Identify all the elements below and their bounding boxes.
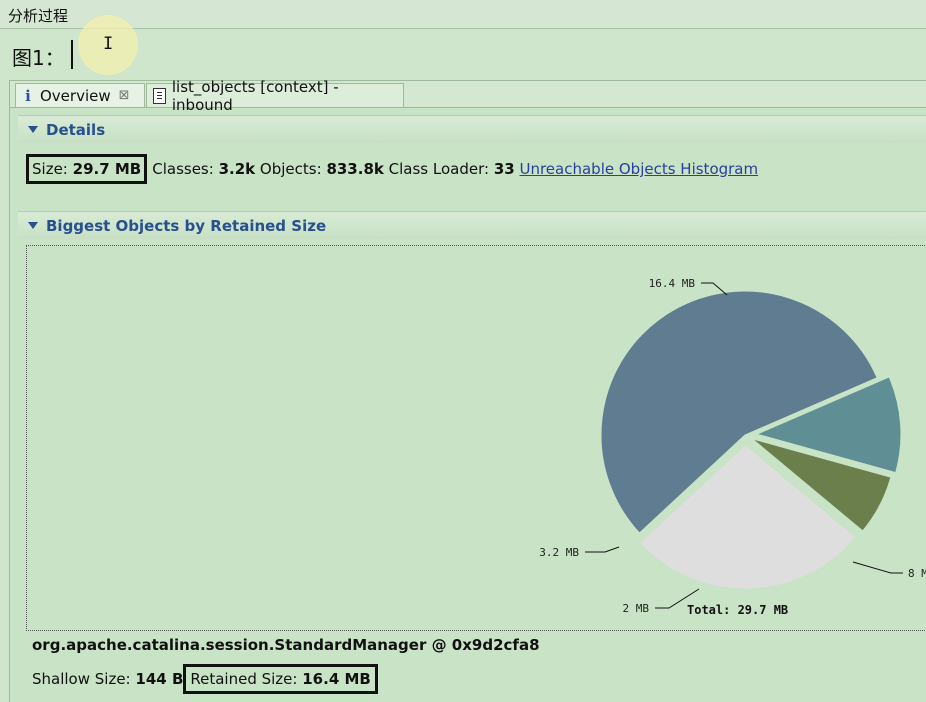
loader-label: Class Loader: xyxy=(388,160,490,178)
classes-value: 3.2k xyxy=(218,160,256,178)
slice-label: 8 MB xyxy=(908,567,926,580)
close-icon[interactable]: ⊠ xyxy=(119,88,130,103)
tab-bar: i Overview ⊠ list_objects [context] -inb… xyxy=(10,78,926,114)
tab-list-objects[interactable]: list_objects [context] -inbound xyxy=(146,78,404,114)
loader-value: 33 xyxy=(493,160,515,178)
slice-label: 3.2 MB xyxy=(539,546,579,559)
leader-line xyxy=(852,561,903,574)
collapse-triangle-icon[interactable] xyxy=(28,126,38,133)
text-caret xyxy=(71,40,73,69)
top-bar: 分析过程 xyxy=(0,0,926,29)
size-value: 29.7 MB xyxy=(72,160,142,178)
slice-label: 16.4 MB xyxy=(649,277,696,290)
figure-label: 图1： xyxy=(12,46,65,70)
pie-chart: 16.4 MB 3.2 MB 2 MB 8 MB Total: 29.7 MB xyxy=(539,277,926,617)
objects-value: 833.8k xyxy=(326,160,384,178)
retained-value: 16.4 MB xyxy=(302,670,371,688)
retained-size-box: Retained Size: 16.4 MB xyxy=(183,664,378,694)
pie-chart-area: 16.4 MB 3.2 MB 2 MB 8 MB Total: 29.7 MB xyxy=(26,245,926,631)
details-title: Details xyxy=(46,120,106,139)
details-summary: Size: 29.7 MB Classes: 3.2k Objects: 833… xyxy=(26,154,758,184)
classes-label: Classes: xyxy=(152,160,214,178)
info-icon: i xyxy=(25,86,31,105)
tab-list-objects-label: list_objects [context] -inbound xyxy=(171,77,339,114)
selected-object-sizes: Shallow Size: 144 B Retained Size: 16.4 … xyxy=(32,664,378,694)
biggest-title: Biggest Objects by Retained Size xyxy=(46,216,327,235)
page-title: 分析过程 xyxy=(8,7,69,25)
chart-total-label: Total: 29.7 MB xyxy=(687,603,788,617)
collapse-triangle-icon[interactable] xyxy=(28,222,38,229)
ibeam-cursor-icon: I xyxy=(103,34,114,54)
tab-overview[interactable]: i Overview ⊠ xyxy=(15,83,145,107)
shallow-value: 144 B xyxy=(135,670,184,688)
leader-line xyxy=(585,546,620,553)
objects-label: Objects: xyxy=(259,160,322,178)
histogram-link[interactable]: Unreachable Objects Histogram xyxy=(519,160,758,178)
slice-label: 2 MB xyxy=(623,602,650,615)
size-box: Size: 29.7 MB xyxy=(26,154,148,184)
size-label: Size: xyxy=(32,160,68,178)
tab-overview-label: Overview xyxy=(40,86,111,105)
shallow-label: Shallow Size: xyxy=(32,670,131,688)
mat-editor: i Overview ⊠ list_objects [context] -inb… xyxy=(9,78,926,702)
biggest-section-header[interactable]: Biggest Objects by Retained Size xyxy=(18,211,926,239)
details-section-header[interactable]: Details xyxy=(18,115,926,143)
retained-label: Retained Size: xyxy=(190,670,298,688)
document-icon xyxy=(153,87,166,104)
selected-object-name: org.apache.catalina.session.StandardMana… xyxy=(32,636,540,654)
